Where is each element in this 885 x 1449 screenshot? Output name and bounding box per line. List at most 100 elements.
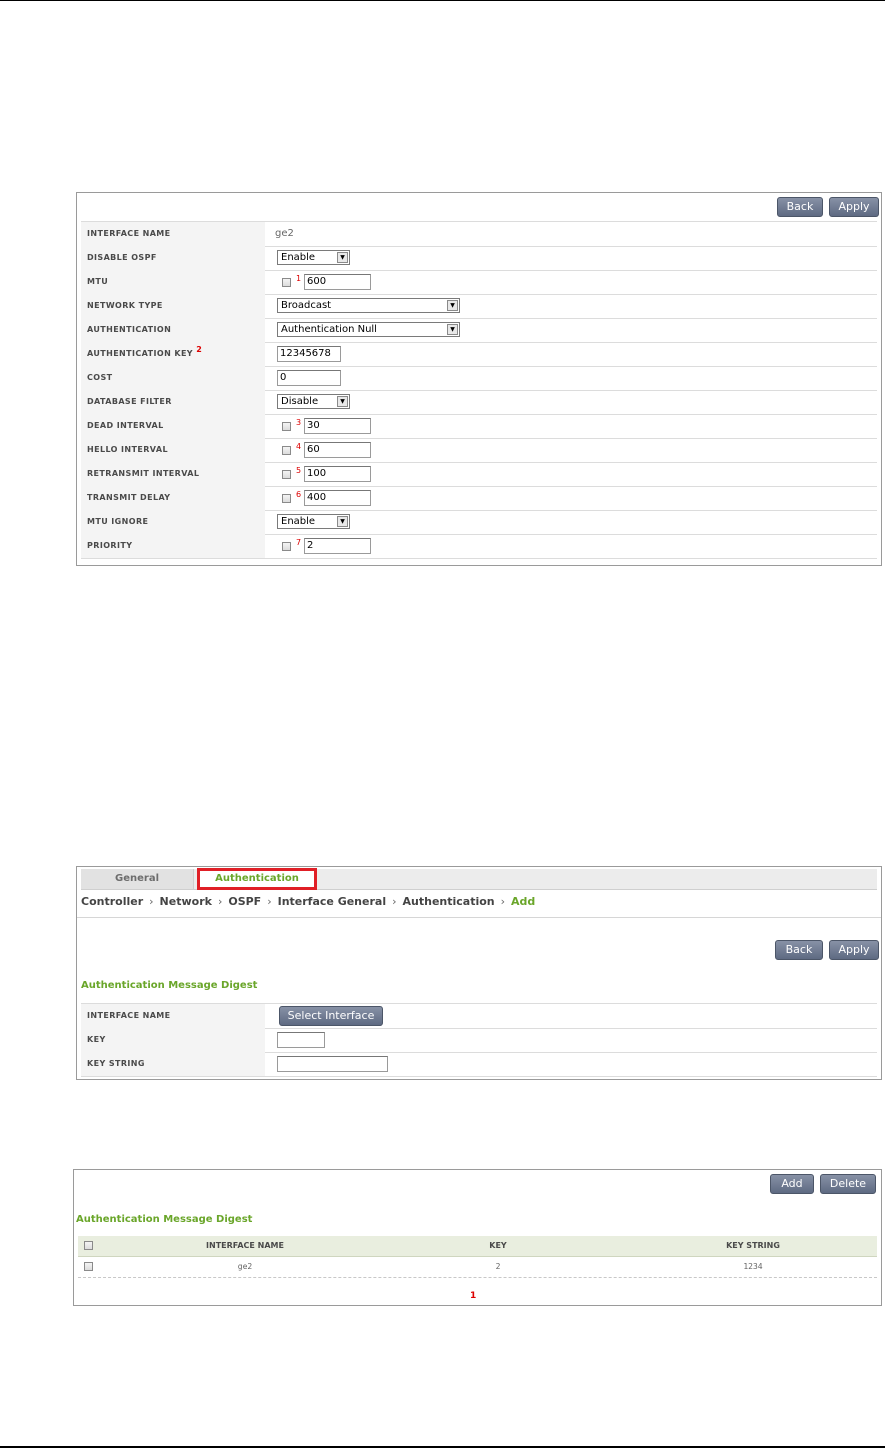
disable-ospf-select[interactable]: Enable ▼ — [277, 250, 350, 265]
network-type-label: NETWORK TYPE — [81, 294, 265, 318]
breadcrumb-authentication[interactable]: Authentication — [403, 895, 495, 908]
row-network-type: NETWORK TYPE Broadcast ▼ — [81, 294, 877, 319]
select-all-checkbox[interactable] — [84, 1241, 93, 1250]
transmit-delay-checkbox[interactable] — [282, 494, 291, 503]
section-title: Authentication Message Digest — [76, 1214, 253, 1225]
priority-label: PRIORITY — [81, 534, 265, 558]
mtu-ignore-select[interactable]: Enable ▼ — [277, 514, 350, 529]
apply-button[interactable]: Apply — [829, 940, 879, 960]
chevron-down-icon: ▼ — [337, 516, 348, 527]
breadcrumb: Controller › Network › OSPF › Interface Genera… — [81, 895, 535, 908]
retransmit-interval-marker: 5 — [296, 466, 302, 475]
cost-input[interactable]: 0 — [277, 370, 341, 386]
mtu-ignore-label: MTU IGNORE — [81, 510, 265, 534]
row-mtu: MTU 1 600 — [81, 270, 877, 295]
authentication-selected: Authentication Null — [281, 324, 377, 335]
breadcrumb-divider — [77, 917, 881, 918]
page-bottom-rule — [0, 1446, 885, 1448]
authentication-add-panel: General Authentication Controller › Networ… — [76, 866, 882, 1080]
tab-authentication[interactable]: Authentication — [197, 868, 317, 890]
breadcrumb-separator-icon: › — [392, 895, 397, 908]
interface-name-label: INTERFACE NAME — [81, 222, 265, 246]
transmit-delay-input[interactable]: 400 — [304, 490, 371, 506]
hello-interval-checkbox[interactable] — [282, 446, 291, 455]
mtu-ignore-selected: Enable — [281, 516, 316, 527]
hello-interval-input[interactable]: 60 — [304, 442, 371, 458]
table-header: INTERFACE NAME KEY KEY STRING — [78, 1236, 877, 1257]
row-interface-name: INTERFACE NAME ge2 — [81, 221, 877, 247]
apply-button[interactable]: Apply — [829, 197, 879, 217]
retransmit-interval-input[interactable]: 100 — [304, 466, 371, 482]
mtu-input[interactable]: 600 — [304, 274, 371, 290]
cell-key-string: 1234 — [743, 1262, 763, 1271]
retransmit-interval-label: RETRANSMIT INTERVAL — [81, 462, 265, 486]
cost-label: COST — [81, 366, 265, 390]
database-filter-select[interactable]: Disable ▼ — [277, 394, 350, 409]
mtu-label: MTU — [81, 270, 265, 294]
priority-checkbox[interactable] — [282, 542, 291, 551]
authentication-key-marker: 2 — [196, 345, 203, 354]
transmit-delay-label: TRANSMIT DELAY — [81, 486, 265, 510]
transmit-delay-marker: 6 — [296, 490, 302, 499]
breadcrumb-separator-icon: › — [217, 895, 223, 908]
row-authentication: AUTHENTICATION Authentication Null ▼ — [81, 318, 877, 343]
hello-interval-label: HELLO INTERVAL — [81, 438, 265, 462]
breadcrumb-ospf[interactable]: OSPF — [228, 895, 261, 908]
authentication-select[interactable]: Authentication Null ▼ — [277, 322, 460, 337]
authentication-label: AUTHENTICATION — [81, 318, 265, 342]
back-button[interactable]: Back — [777, 197, 823, 217]
row-key-string: KEY STRING — [81, 1052, 877, 1077]
mtu-checkbox[interactable] — [282, 278, 291, 287]
key-string-input[interactable] — [277, 1056, 388, 1072]
table-row[interactable]: ge2 2 1234 — [78, 1257, 877, 1278]
network-type-select[interactable]: Broadcast ▼ — [277, 298, 460, 313]
breadcrumb-add: Add — [511, 895, 536, 908]
chevron-down-icon: ▼ — [337, 252, 348, 263]
page-top-rule — [0, 0, 885, 1]
tab-general[interactable]: General — [81, 869, 194, 889]
dead-interval-label: DEAD INTERVAL — [81, 414, 265, 438]
back-button[interactable]: Back — [775, 940, 823, 960]
add-button[interactable]: Add — [770, 1174, 814, 1194]
ospf-interface-panel: Back Apply INTERFACE NAME ge2 DISABLE OS… — [76, 192, 882, 566]
row-checkbox[interactable] — [84, 1262, 93, 1271]
key-string-label: KEY STRING — [81, 1052, 265, 1076]
cell-interface-name: ge2 — [237, 1262, 253, 1271]
row-hello-interval: HELLO INTERVAL 4 60 — [81, 438, 877, 463]
priority-input[interactable]: 2 — [304, 538, 371, 554]
row-disable-ospf: DISABLE OSPF Enable ▼ — [81, 246, 877, 271]
hello-interval-marker: 4 — [296, 442, 302, 451]
chevron-down-icon: ▼ — [447, 300, 458, 311]
select-interface-button[interactable]: Select Interface — [279, 1006, 383, 1026]
column-key-string: KEY STRING — [726, 1241, 780, 1250]
dead-interval-input[interactable]: 30 — [304, 418, 371, 434]
retransmit-interval-checkbox[interactable] — [282, 470, 291, 479]
breadcrumb-separator-icon: › — [500, 895, 506, 908]
column-interface-name: INTERFACE NAME — [206, 1241, 284, 1250]
breadcrumb-separator-icon: › — [149, 895, 154, 908]
breadcrumb-network[interactable]: Network — [160, 895, 212, 908]
row-transmit-delay: TRANSMIT DELAY 6 400 — [81, 486, 877, 511]
cell-key: 2 — [495, 1262, 501, 1271]
key-input[interactable] — [277, 1032, 325, 1048]
breadcrumb-controller[interactable]: Controller — [81, 895, 143, 908]
interface-name-label: INTERFACE NAME — [81, 1004, 265, 1028]
chevron-down-icon: ▼ — [447, 324, 458, 335]
network-type-selected: Broadcast — [281, 300, 332, 311]
breadcrumb-interface-general[interactable]: Interface General — [278, 895, 387, 908]
row-cost: COST 0 — [81, 366, 877, 391]
row-database-filter: DATABASE FILTER Disable ▼ — [81, 390, 877, 415]
pagination-page[interactable]: 1 — [470, 1291, 476, 1301]
dead-interval-checkbox[interactable] — [282, 422, 291, 431]
database-filter-selected: Disable — [281, 396, 319, 407]
authentication-key-input[interactable]: 12345678 — [277, 346, 341, 362]
mtu-marker: 1 — [296, 274, 302, 283]
chevron-down-icon: ▼ — [337, 396, 348, 407]
delete-button[interactable]: Delete — [820, 1174, 876, 1194]
row-authentication-key: AUTHENTICATION KEY 2 12345678 — [81, 342, 877, 367]
row-retransmit-interval: RETRANSMIT INTERVAL 5 100 — [81, 462, 877, 487]
section-title: Authentication Message Digest — [81, 980, 258, 991]
breadcrumb-separator-icon: › — [267, 895, 272, 908]
key-label: KEY — [81, 1028, 265, 1052]
authentication-list-panel: Add Delete Authentication Message Digest… — [73, 1169, 882, 1306]
